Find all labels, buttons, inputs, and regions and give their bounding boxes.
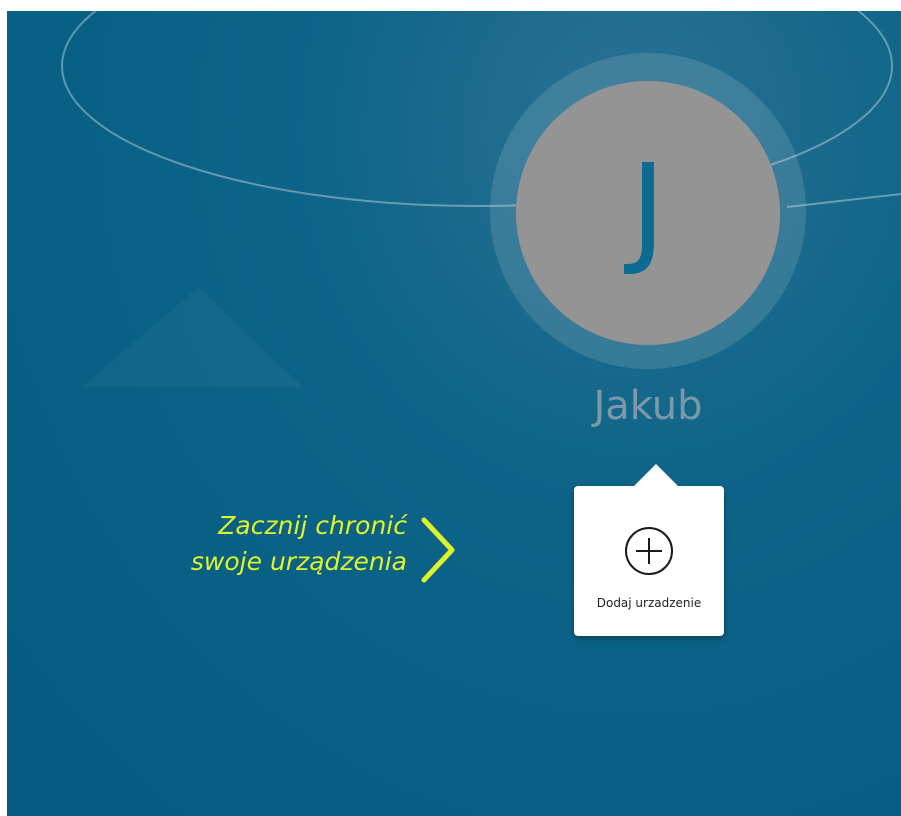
add-device-label: Dodaj urzadzenie [596,596,702,610]
popup-caret [634,464,678,486]
user-name: Jakub [593,383,703,429]
chevron-right-icon [421,517,455,583]
promo-text: Zacznij chronić swoje urządzenia [137,508,407,580]
plus-circle-icon [625,527,673,575]
main-panel: J Jakub Zacznij chronić swoje urządzenia… [7,11,901,816]
add-device-button[interactable]: Dodaj urzadzenie [574,464,724,636]
promo-line-1: Zacznij chronić [218,511,407,540]
avatar[interactable]: J [516,81,780,345]
promo-line-2: swoje urządzenia [190,547,407,576]
avatar-initial: J [630,140,666,279]
background-triangle-shape [82,287,303,387]
